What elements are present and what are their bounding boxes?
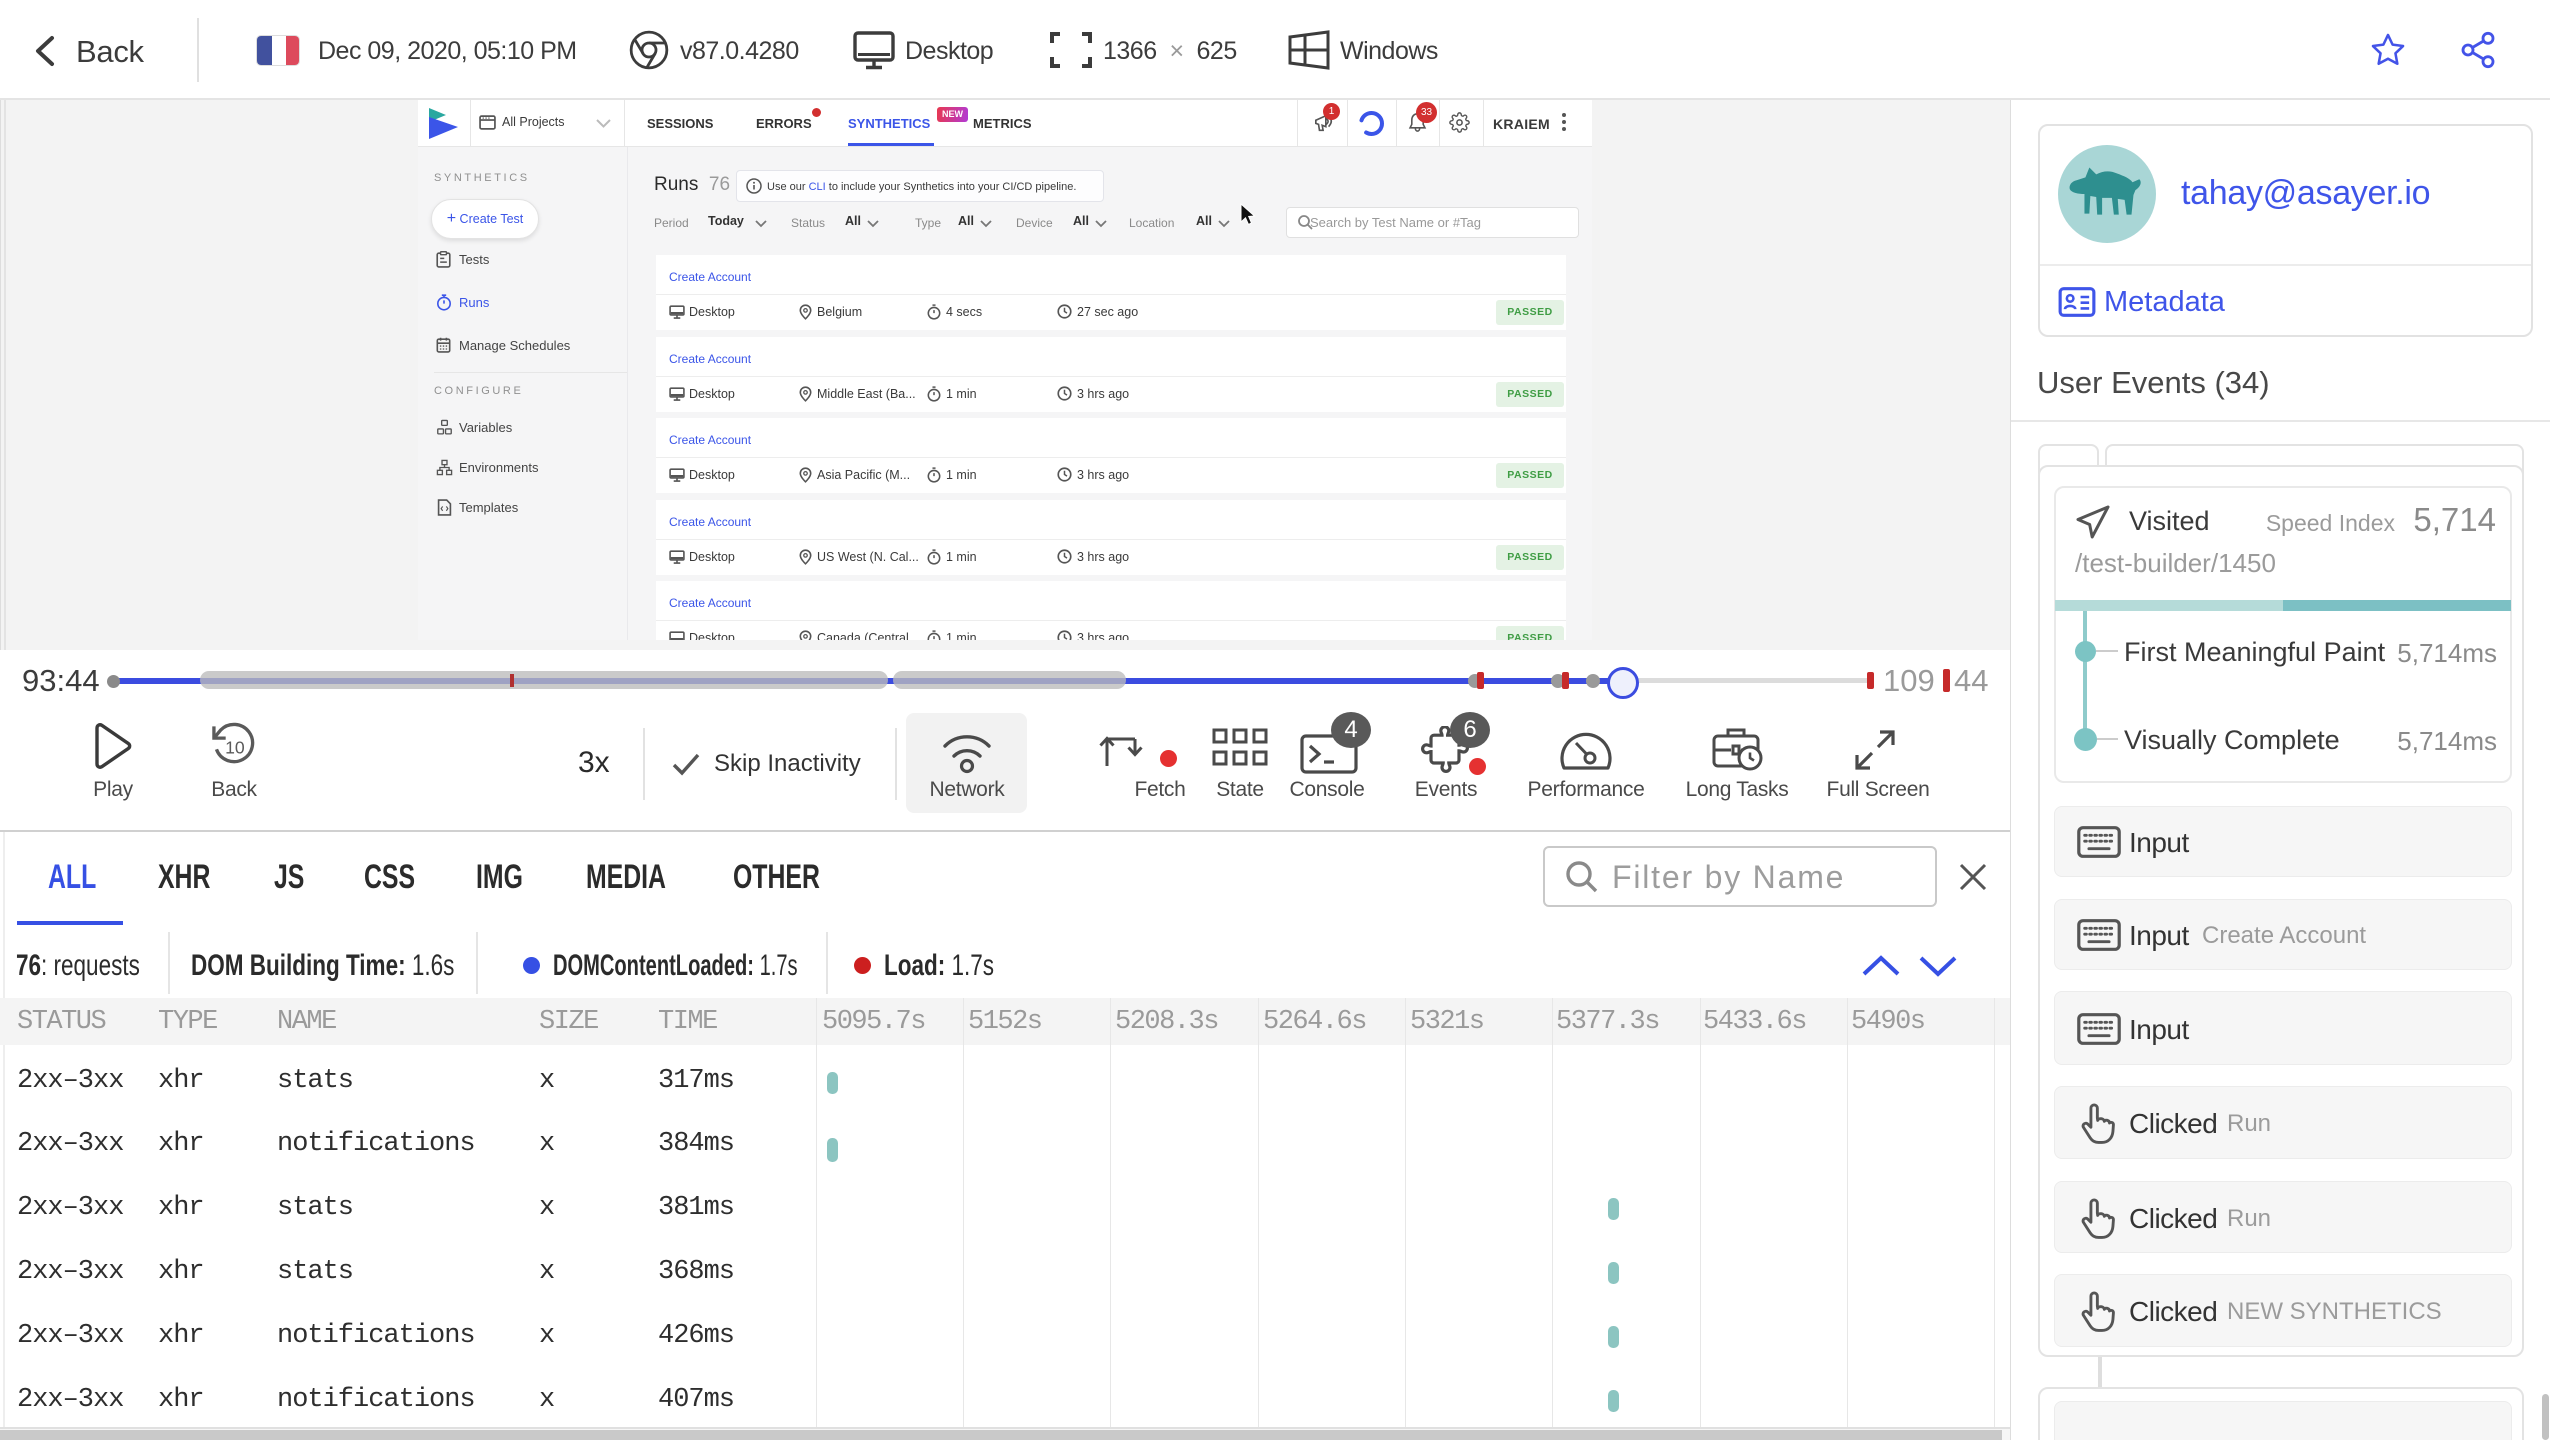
svg-text:10: 10	[225, 737, 245, 757]
